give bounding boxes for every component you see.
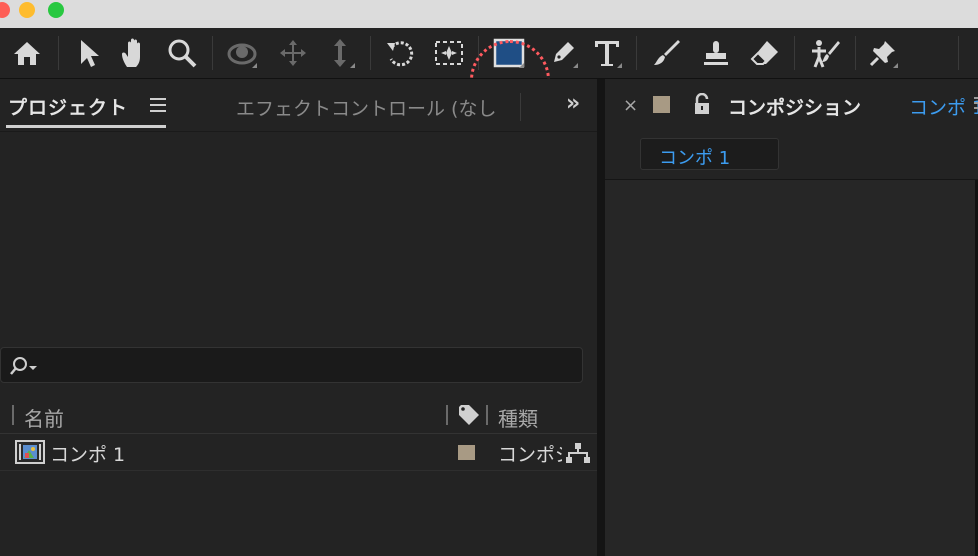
comp-viewer-tabs: コンポ 1 [605,131,978,180]
home-icon[interactable] [10,36,44,70]
tool-submenu-indicator [617,63,622,68]
project-item-name: コンポ 1 [50,444,126,466]
panel-menu-icon[interactable] [974,97,978,113]
toolbar-separator [212,36,213,70]
tab-project[interactable]: プロジェクト [8,93,128,120]
composition-icon [15,440,45,468]
toolbar-separator [794,36,795,70]
column-resize-handle[interactable] [486,405,488,425]
selection-arrow-icon[interactable] [72,36,106,70]
panel-title: コンポジション [728,97,862,119]
double-chevron-icon[interactable]: » [566,91,580,116]
flowchart-icon[interactable] [565,442,591,468]
toolbar-separator [370,36,371,70]
pin-icon[interactable] [866,36,900,70]
tool-submenu-indicator [893,63,898,68]
dolly-camera-icon[interactable] [323,36,357,70]
close-window-button[interactable] [0,2,10,18]
search-icon [9,356,37,380]
project-item-type: コンポジション [498,444,562,466]
text-icon[interactable] [590,36,624,70]
rotation-icon[interactable] [383,36,417,70]
clone-stamp-icon[interactable] [699,36,733,70]
pen-icon[interactable] [546,36,580,70]
window-title-bar [0,0,978,28]
tab-effect-controls[interactable]: エフェクトコントロール (なし [236,94,496,121]
comp-label-swatch [653,96,670,113]
toolbar-separator [958,36,959,70]
eraser-icon[interactable] [748,36,782,70]
tool-submenu-indicator [252,63,257,68]
panel-comp-name: コンポ 1 [909,97,978,119]
tool-submenu-indicator [573,63,578,68]
project-search-field[interactable] [0,347,583,383]
label-color-swatch[interactable] [458,445,475,460]
label-tag-icon[interactable] [458,405,480,429]
lock-icon[interactable] [693,92,711,119]
hand-icon[interactable] [117,36,151,70]
tool-submenu-indicator [350,63,355,68]
panel-divider[interactable] [597,79,605,556]
brush-icon[interactable] [650,36,684,70]
orbit-camera-icon[interactable] [225,36,259,70]
toolbar-separator [58,36,59,70]
anchor-point-icon[interactable] [432,36,466,70]
column-type[interactable]: 種類 [498,403,538,432]
zoom-window-button[interactable] [48,2,64,18]
close-panel-icon[interactable]: × [623,95,638,116]
pan-camera-icon[interactable] [276,36,310,70]
active-tab-underline [6,125,166,128]
project-panel: プロジェクト エフェクトコントロール (なし » 名前 種類 コンポ 1 コンポ… [0,79,597,556]
project-panel-tabs: プロジェクト エフェクトコントロール (なし » [0,79,597,132]
column-resize-handle[interactable] [446,405,448,425]
column-resize-handle[interactable] [12,405,14,425]
puppet-icon[interactable] [808,36,842,70]
column-name[interactable]: 名前 [24,403,64,432]
composition-viewer[interactable] [605,180,978,556]
toolbar-separator [855,36,856,70]
project-item-row[interactable]: コンポ 1 コンポジション [0,434,597,471]
tab-divider [520,93,521,121]
minimize-window-button[interactable] [19,2,35,18]
zoom-icon[interactable] [165,36,199,70]
toolbar-separator [636,36,637,70]
composition-panel: × コンポジション コンポ 1 コンポ 1 [605,79,978,556]
hamburger-icon[interactable] [150,97,166,116]
project-column-header: 名前 種類 [0,397,597,434]
tab-comp-1[interactable]: コンポ 1 [640,138,779,170]
tools-toolbar [0,28,978,124]
